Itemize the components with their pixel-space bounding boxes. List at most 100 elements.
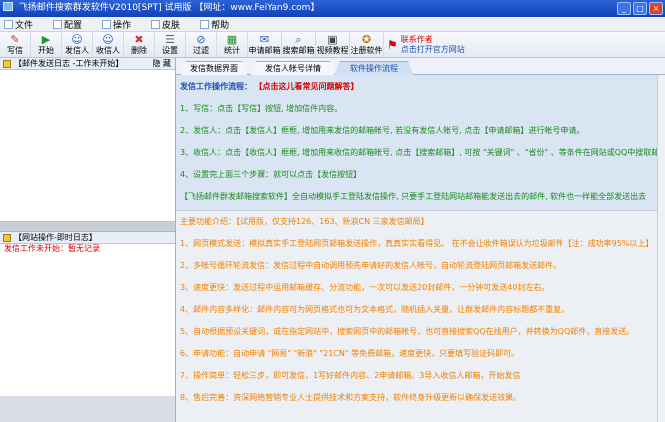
start-button-label: 开始: [38, 46, 54, 55]
tab-software-workflow[interactable]: 软件操作流程: [334, 61, 414, 75]
official-site-link[interactable]: 点击打开官方网站: [401, 45, 465, 55]
delete-button[interactable]: ✖ 删除: [124, 32, 155, 57]
feature-item: 3、速度更快：发送过程中运用邮箱缓存、分流功能，一次可以发送20封邮件，一分钟可…: [180, 283, 550, 292]
feature-heading: 主要功能介绍：【试用版，仅支持126、163、新浪CN 三家发信邮局】: [180, 217, 429, 226]
contact-area: ⚑ 联系作者 点击打开官方网站: [384, 32, 465, 57]
feature-item: 4、邮件内容多样化：邮件内容可为网页格式也可为文本格式，随机插入关量，让群发邮件…: [180, 305, 570, 314]
menu-operate-label: 操作: [113, 20, 132, 31]
settings-icon: ☰: [165, 33, 175, 46]
menu-bar: 文件 配置 操作 皮肤 帮助: [0, 17, 665, 32]
hide-button[interactable]: 隐 藏: [152, 58, 171, 69]
help-menu-icon: [200, 19, 210, 29]
menu-skin-label: 皮肤: [162, 20, 181, 31]
window-controls: _ □ ×: [617, 2, 663, 15]
send-log-area[interactable]: [0, 70, 175, 222]
user-group-icon: ☺: [102, 33, 114, 46]
toolbar: ✎ 写信 ▶ 开始 ☺ 发信人 ☺ 收信人 ✖ 删除 ☰ 设置 ⊘ 过滤 ▦ 统计 ✉ 申请邮箱 …: [0, 32, 665, 58]
menu-operate[interactable]: 操作: [98, 17, 135, 32]
start-button[interactable]: ▶ 开始: [31, 32, 62, 57]
left-panel: 【邮件发送日志 -工作未开始】 隐 藏 【网站操作-即时日志】 发信工作未开始：…: [0, 58, 176, 422]
workflow-instructions: 发信工作操作流程： 【点击这儿看常见问题解答】 1、写信：点击【写信】按钮, 增…: [176, 75, 665, 210]
settings-button[interactable]: ☰ 设置: [155, 32, 186, 57]
instruction-step: 1、写信：点击【写信】按钮, 增加信件内容。: [180, 104, 343, 113]
filter-button[interactable]: ⊘ 过滤: [186, 32, 217, 57]
settings-button-label: 设置: [162, 46, 178, 55]
menu-file-label: 文件: [15, 20, 34, 31]
search-mailbox-label: 搜索邮箱: [282, 46, 315, 55]
instruction-step: 2、发信人：点击【发信人】框框, 增加用来发信的邮箱帐号, 若没有发信人帐号, …: [180, 126, 585, 135]
maximize-icon[interactable]: □: [633, 2, 647, 15]
contact-author-link[interactable]: 联系作者: [401, 35, 465, 45]
skin-menu-icon: [151, 19, 161, 29]
filter-button-label: 过滤: [193, 46, 209, 55]
window-title: 飞扬邮件搜索群发软件V2010[SPT] 试用版 【网址：www.FeiYan9…: [18, 3, 320, 13]
recipient-button[interactable]: ☺ 收信人: [93, 32, 124, 57]
video-tutorial-button[interactable]: ▣ 视频教程: [316, 32, 350, 57]
config-menu-icon: [53, 19, 63, 29]
feature-item: 2、多帐号循环轮流发信：发信过程中自动调用预先申请好的发信人帐号，自动轮流登陆网…: [180, 261, 562, 270]
site-log-title: 【网站操作-即时日志】: [14, 233, 97, 242]
play-icon: ▶: [41, 33, 51, 46]
feature-item: 7、操作简单：轻松三步，即可发信，1写好邮件内容、2申请邮箱、3导入收信人邮箱，…: [180, 371, 521, 380]
tab-strip: 发信数据界面 发信人帐号详情 软件操作流程: [176, 58, 665, 75]
feature-list: 主要功能介绍：【试用版，仅支持126、163、新浪CN 三家发信邮局】 1、网页…: [176, 210, 665, 422]
register-button[interactable]: ✪ 注册软件: [350, 32, 384, 57]
tab-send-data[interactable]: 发信数据界面: [180, 61, 248, 75]
register-label: 注册软件: [350, 46, 383, 55]
delete-icon: ✖: [134, 33, 144, 46]
feature-item: 8、售后完善：资深网络营销专业人士提供技术和方案支持，软件终身升级更新以确保发送…: [180, 393, 522, 402]
send-log-header: 【邮件发送日志 -工作未开始】 隐 藏: [0, 58, 175, 70]
tab-sender-accounts[interactable]: 发信人帐号详情: [250, 61, 336, 75]
log-icon: [3, 59, 11, 68]
filter-icon: ⊘: [196, 33, 206, 46]
sender-button-label: 发信人: [65, 46, 89, 55]
send-log-title: 【邮件发送日志 -工作未开始】: [14, 59, 124, 68]
pencil-icon: ✎: [10, 33, 20, 46]
menu-skin[interactable]: 皮肤: [147, 17, 184, 32]
feature-item: 6、申请功能：自动申请 "网易" "新浪" "21CN" 等免费邮箱，速度更快，…: [180, 349, 520, 358]
menu-config-label: 配置: [64, 20, 83, 31]
minimize-icon[interactable]: _: [617, 2, 631, 15]
write-button[interactable]: ✎ 写信: [0, 32, 31, 57]
flag-icon: ⚑: [387, 37, 398, 52]
file-menu-icon: [4, 19, 13, 29]
video-icon: ▣: [327, 33, 338, 46]
horizontal-scrollbar[interactable]: [0, 396, 175, 422]
apply-mailbox-button[interactable]: ✉ 申请邮箱: [248, 32, 282, 57]
close-icon[interactable]: ×: [649, 2, 663, 15]
site-log-icon: [3, 233, 11, 242]
instruction-step: 4、设置完上面三个步骤：就可以点击【发信按钮】: [180, 170, 362, 179]
instructions-title-line: 发信工作操作流程： 【点击这儿看常见问题解答】: [180, 82, 665, 92]
delete-button-label: 删除: [131, 46, 147, 55]
search-mailbox-button[interactable]: ⌕ 搜索邮箱: [282, 32, 316, 57]
app-icon: [3, 2, 13, 11]
menu-help[interactable]: 帮助: [196, 17, 233, 32]
menu-file[interactable]: 文件: [0, 17, 37, 32]
feature-item: 5、自动根据预设关键词，或在指定网站中，搜索网页中的邮箱帐号，也可直接搜索QQ在…: [180, 327, 635, 336]
search-icon: ⌕: [295, 33, 302, 46]
register-icon: ✪: [361, 33, 372, 46]
stats-button[interactable]: ▦ 统计: [217, 32, 248, 57]
title-bar: 飞扬邮件搜索群发软件V2010[SPT] 试用版 【网址：www.FeiYan9…: [0, 0, 665, 17]
write-button-label: 写信: [7, 46, 23, 55]
apply-mailbox-icon: ✉: [259, 33, 270, 46]
operate-menu-icon: [102, 19, 112, 29]
instructions-title: 发信工作操作流程：: [180, 82, 252, 91]
user-icon: ☺: [71, 33, 83, 46]
vertical-scrollbar[interactable]: [657, 75, 665, 422]
menu-config[interactable]: 配置: [49, 17, 86, 32]
apply-mailbox-label: 申请邮箱: [248, 46, 281, 55]
stats-icon: ▦: [226, 33, 238, 46]
site-log-status: 发信工作未开始：暂无记录: [4, 244, 100, 253]
menu-help-label: 帮助: [211, 20, 230, 31]
sender-button[interactable]: ☺ 发信人: [62, 32, 93, 57]
right-panel: 发信数据界面 发信人帐号详情 软件操作流程 发信工作操作流程： 【点击这儿看常见…: [176, 58, 665, 422]
feature-item: 1、网页模式发送：模拟真实手工登陆网页邮箱发送操作，真真实实看得见。 在不会让收…: [180, 239, 654, 248]
stats-button-label: 统计: [224, 46, 240, 55]
faq-link[interactable]: 【点击这儿看常见问题解答】: [255, 82, 359, 91]
video-tutorial-label: 视频教程: [316, 46, 349, 55]
panel-splitter[interactable]: [0, 222, 175, 232]
instruction-summary: 【飞扬邮件群发邮箱搜索软件】全自动模拟手工登陆发信操作, 只要手工登陆网站邮箱能…: [180, 192, 647, 201]
recipient-button-label: 收信人: [96, 46, 120, 55]
instruction-step: 3、收信人：点击【收信人】框框, 增加用来收信的邮箱帐号, 点击【搜索邮箱】, …: [180, 148, 665, 157]
